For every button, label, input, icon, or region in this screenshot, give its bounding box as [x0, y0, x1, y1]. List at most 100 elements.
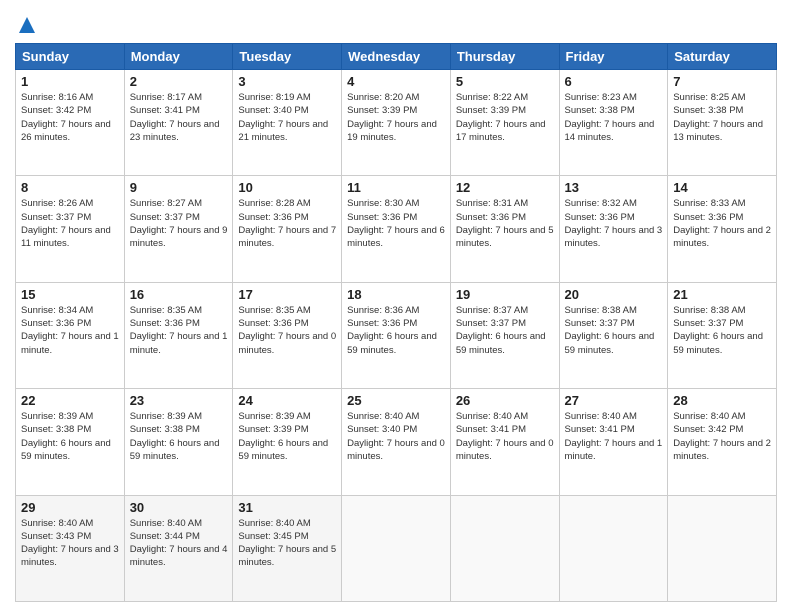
day-number: 16	[130, 287, 228, 302]
day-number: 23	[130, 393, 228, 408]
calendar-header-thursday: Thursday	[450, 44, 559, 70]
logo	[15, 15, 37, 35]
page: SundayMondayTuesdayWednesdayThursdayFrid…	[0, 0, 792, 612]
calendar-header-sunday: Sunday	[16, 44, 125, 70]
day-number: 3	[238, 74, 336, 89]
calendar-cell: 11Sunrise: 8:30 AMSunset: 3:36 PMDayligh…	[342, 176, 451, 282]
calendar-cell: 2Sunrise: 8:17 AMSunset: 3:41 PMDaylight…	[124, 70, 233, 176]
day-number: 15	[21, 287, 119, 302]
day-number: 31	[238, 500, 336, 515]
calendar-cell: 6 Sunrise: 8:23 AMSunset: 3:38 PMDaylight…	[559, 70, 668, 176]
day-number: 13	[565, 180, 663, 195]
calendar-cell: 20 Sunrise: 8:38 AMSunset: 3:37 PMDayligh…	[559, 282, 668, 388]
day-number: 28	[673, 393, 771, 408]
day-number: 24	[238, 393, 336, 408]
cell-text: Sunrise: 8:35 AMSunset: 3:36 PMDaylight:…	[130, 305, 228, 356]
cell-text: Sunrise: 8:39 AMSunset: 3:38 PMDaylight:…	[130, 411, 220, 462]
calendar-cell: 19 Sunrise: 8:37 AMSunset: 3:37 PMDayligh…	[450, 282, 559, 388]
cell-text: Sunrise: 8:32 AMSunset: 3:36 PMDaylight:…	[565, 198, 663, 249]
day-number: 8	[21, 180, 119, 195]
day-number: 30	[130, 500, 228, 515]
cell-text: Sunrise: 8:40 AMSunset: 3:45 PMDaylight:…	[238, 518, 336, 569]
day-number: 5	[456, 74, 554, 89]
calendar-cell: 3 Sunrise: 8:19 AMSunset: 3:40 PMDaylight…	[233, 70, 342, 176]
day-number: 14	[673, 180, 771, 195]
calendar-header-tuesday: Tuesday	[233, 44, 342, 70]
day-number: 6	[565, 74, 663, 89]
calendar-cell: 28 Sunrise: 8:40 AMSunset: 3:42 PMDayligh…	[668, 389, 777, 495]
calendar-week-row: 29Sunrise: 8:40 AMSunset: 3:43 PMDayligh…	[16, 495, 777, 601]
day-number: 11	[347, 180, 445, 195]
day-number: 26	[456, 393, 554, 408]
cell-text: Sunrise: 8:28 AMSunset: 3:36 PMDaylight:…	[238, 198, 336, 249]
calendar-header-monday: Monday	[124, 44, 233, 70]
day-number: 7	[673, 74, 771, 89]
cell-text: Sunrise: 8:40 AMSunset: 3:40 PMDaylight:…	[347, 411, 445, 462]
day-number: 12	[456, 180, 554, 195]
calendar-cell: 8 Sunrise: 8:26 AMSunset: 3:37 PMDaylight…	[16, 176, 125, 282]
cell-text: Sunrise: 8:40 AMSunset: 3:41 PMDaylight:…	[565, 411, 663, 462]
day-number: 29	[21, 500, 119, 515]
day-number: 25	[347, 393, 445, 408]
cell-text: Sunrise: 8:38 AMSunset: 3:37 PMDaylight:…	[565, 305, 655, 356]
calendar-cell: 23 Sunrise: 8:39 AMSunset: 3:38 PMDayligh…	[124, 389, 233, 495]
calendar-cell	[450, 495, 559, 601]
calendar-cell	[559, 495, 668, 601]
calendar-week-row: 8 Sunrise: 8:26 AMSunset: 3:37 PMDaylight…	[16, 176, 777, 282]
day-number: 10	[238, 180, 336, 195]
calendar-cell: 25 Sunrise: 8:40 AMSunset: 3:40 PMDayligh…	[342, 389, 451, 495]
calendar-cell: 15Sunrise: 8:34 AMSunset: 3:36 PMDayligh…	[16, 282, 125, 388]
calendar-header-wednesday: Wednesday	[342, 44, 451, 70]
cell-text: Sunrise: 8:35 AMSunset: 3:36 PMDaylight:…	[238, 305, 336, 356]
cell-text: Sunrise: 8:40 AMSunset: 3:41 PMDaylight:…	[456, 411, 554, 462]
calendar-cell	[342, 495, 451, 601]
calendar-cell: 13 Sunrise: 8:32 AMSunset: 3:36 PMDayligh…	[559, 176, 668, 282]
calendar-cell: 22 Sunrise: 8:39 AMSunset: 3:38 PMDayligh…	[16, 389, 125, 495]
day-number: 9	[130, 180, 228, 195]
calendar-cell: 14Sunrise: 8:33 AMSunset: 3:36 PMDayligh…	[668, 176, 777, 282]
calendar-cell: 26 Sunrise: 8:40 AMSunset: 3:41 PMDayligh…	[450, 389, 559, 495]
calendar-cell: 21 Sunrise: 8:38 AMSunset: 3:37 PMDayligh…	[668, 282, 777, 388]
calendar-cell: 18 Sunrise: 8:36 AMSunset: 3:36 PMDayligh…	[342, 282, 451, 388]
cell-text: Sunrise: 8:20 AMSunset: 3:39 PMDaylight:…	[347, 92, 437, 143]
calendar-table: SundayMondayTuesdayWednesdayThursdayFrid…	[15, 43, 777, 602]
calendar-cell: 17 Sunrise: 8:35 AMSunset: 3:36 PMDayligh…	[233, 282, 342, 388]
cell-text: Sunrise: 8:39 AMSunset: 3:38 PMDaylight:…	[21, 411, 111, 462]
calendar-cell: 4 Sunrise: 8:20 AMSunset: 3:39 PMDaylight…	[342, 70, 451, 176]
logo-icon	[17, 15, 37, 35]
calendar-week-row: 1Sunrise: 8:16 AMSunset: 3:42 PMDaylight…	[16, 70, 777, 176]
cell-text: Sunrise: 8:19 AMSunset: 3:40 PMDaylight:…	[238, 92, 328, 143]
calendar-cell: 10 Sunrise: 8:28 AMSunset: 3:36 PMDayligh…	[233, 176, 342, 282]
cell-text: Sunrise: 8:23 AMSunset: 3:38 PMDaylight:…	[565, 92, 655, 143]
calendar-week-row: 15Sunrise: 8:34 AMSunset: 3:36 PMDayligh…	[16, 282, 777, 388]
calendar-week-row: 22 Sunrise: 8:39 AMSunset: 3:38 PMDayligh…	[16, 389, 777, 495]
calendar-cell: 16 Sunrise: 8:35 AMSunset: 3:36 PMDayligh…	[124, 282, 233, 388]
cell-text: Sunrise: 8:31 AMSunset: 3:36 PMDaylight:…	[456, 198, 554, 249]
day-number: 22	[21, 393, 119, 408]
cell-text: Sunrise: 8:22 AMSunset: 3:39 PMDaylight:…	[456, 92, 546, 143]
day-number: 20	[565, 287, 663, 302]
calendar-cell: 5 Sunrise: 8:22 AMSunset: 3:39 PMDaylight…	[450, 70, 559, 176]
calendar-cell: 1Sunrise: 8:16 AMSunset: 3:42 PMDaylight…	[16, 70, 125, 176]
header	[15, 15, 777, 35]
calendar-cell	[668, 495, 777, 601]
calendar-header-row: SundayMondayTuesdayWednesdayThursdayFrid…	[16, 44, 777, 70]
day-number: 19	[456, 287, 554, 302]
day-number: 18	[347, 287, 445, 302]
cell-text: Sunrise: 8:37 AMSunset: 3:37 PMDaylight:…	[456, 305, 546, 356]
day-number: 17	[238, 287, 336, 302]
day-number: 21	[673, 287, 771, 302]
cell-text: Sunrise: 8:38 AMSunset: 3:37 PMDaylight:…	[673, 305, 763, 356]
calendar-header-saturday: Saturday	[668, 44, 777, 70]
calendar-cell: 30Sunrise: 8:40 AMSunset: 3:44 PMDayligh…	[124, 495, 233, 601]
cell-text: Sunrise: 8:36 AMSunset: 3:36 PMDaylight:…	[347, 305, 437, 356]
cell-text: Sunrise: 8:16 AMSunset: 3:42 PMDaylight:…	[21, 92, 111, 143]
day-number: 27	[565, 393, 663, 408]
cell-text: Sunrise: 8:26 AMSunset: 3:37 PMDaylight:…	[21, 198, 111, 249]
cell-text: Sunrise: 8:40 AMSunset: 3:42 PMDaylight:…	[673, 411, 771, 462]
day-number: 2	[130, 74, 228, 89]
day-number: 4	[347, 74, 445, 89]
calendar-header-friday: Friday	[559, 44, 668, 70]
calendar-cell: 12 Sunrise: 8:31 AMSunset: 3:36 PMDayligh…	[450, 176, 559, 282]
calendar-cell: 27 Sunrise: 8:40 AMSunset: 3:41 PMDayligh…	[559, 389, 668, 495]
